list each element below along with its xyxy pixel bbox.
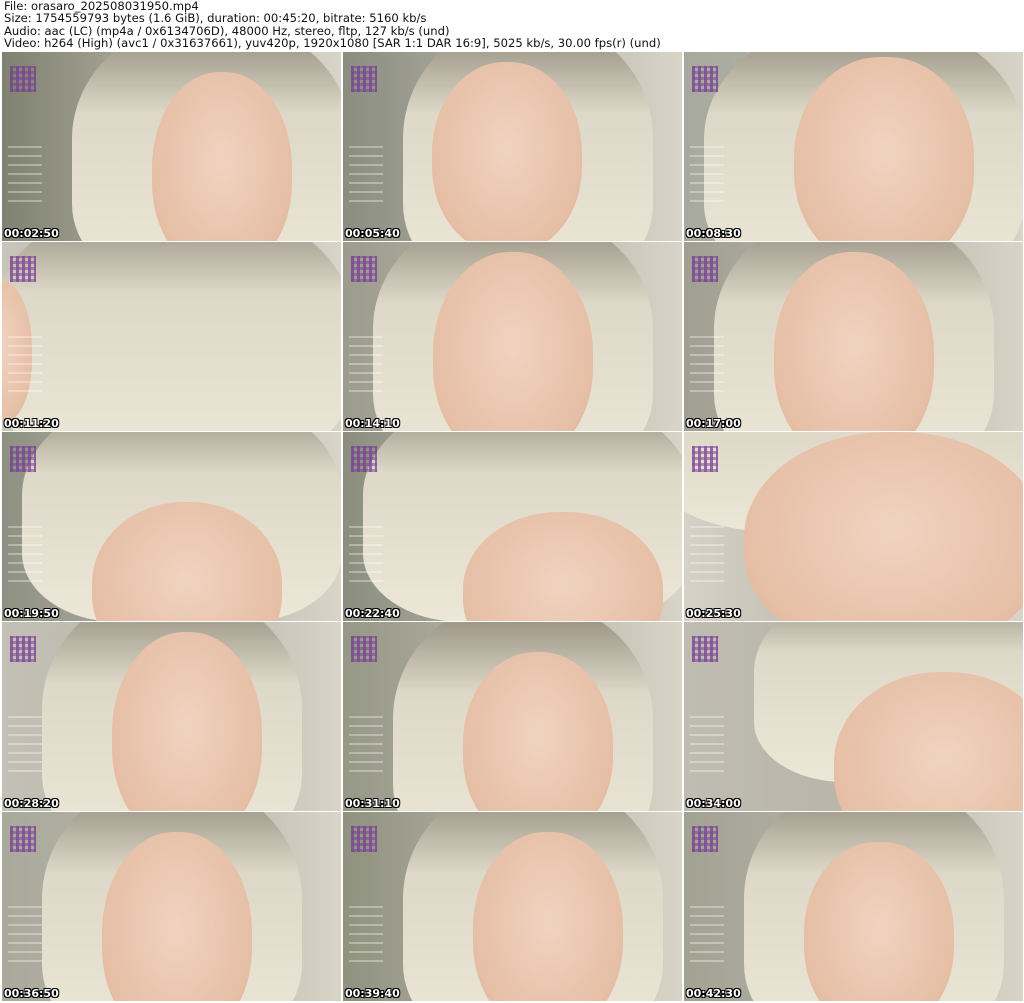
qr-code-icon bbox=[10, 66, 36, 92]
qr-code-icon bbox=[692, 256, 718, 282]
timestamp-label: 00:31:10 bbox=[345, 797, 400, 810]
face-shape bbox=[152, 72, 292, 241]
stream-overlay-panel bbox=[349, 142, 383, 202]
qr-code-icon bbox=[10, 256, 36, 282]
video-thumbnail: 00:11:20 bbox=[2, 242, 341, 431]
timestamp-label: 00:28:20 bbox=[4, 797, 59, 810]
stream-overlay-panel bbox=[690, 142, 724, 202]
stream-overlay-panel bbox=[349, 902, 383, 962]
video-thumbnail: 00:14:10 bbox=[343, 242, 682, 431]
video-info-line: Video: h264 (High) (avc1 / 0x31637661), … bbox=[4, 35, 661, 50]
qr-code-icon bbox=[692, 66, 718, 92]
thumbnail-grid: 00:02:50 00:05:40 00:08:30 00:11:20 00:14:10… bbox=[2, 52, 1023, 1003]
qr-code-icon bbox=[351, 66, 377, 92]
stream-overlay-panel bbox=[349, 522, 383, 582]
video-thumbnail: 00:36:50 bbox=[2, 812, 341, 1001]
stream-overlay-panel bbox=[690, 712, 724, 772]
stream-overlay-panel bbox=[8, 522, 42, 582]
timestamp-label: 00:19:50 bbox=[4, 607, 59, 620]
face-shape bbox=[473, 832, 623, 1001]
stream-overlay-panel bbox=[8, 712, 42, 772]
timestamp-label: 00:05:40 bbox=[345, 227, 400, 240]
video-thumbnail: 00:05:40 bbox=[343, 52, 682, 241]
timestamp-label: 00:36:50 bbox=[4, 987, 59, 1000]
qr-code-icon bbox=[351, 826, 377, 852]
video-thumbnail: 00:31:10 bbox=[343, 622, 682, 811]
qr-code-icon bbox=[351, 446, 377, 472]
qr-code-icon bbox=[692, 446, 718, 472]
qr-code-icon bbox=[692, 636, 718, 662]
video-thumbnail: 00:02:50 bbox=[2, 52, 341, 241]
stream-overlay-panel bbox=[690, 332, 724, 392]
face-shape bbox=[432, 62, 582, 241]
timestamp-label: 00:08:30 bbox=[686, 227, 741, 240]
file-info-header: File: orasaro_202508031950.mp4 Size: 175… bbox=[4, 0, 1020, 49]
hair-shape bbox=[2, 242, 341, 431]
video-thumbnail: 00:22:40 bbox=[343, 432, 682, 621]
stream-overlay-panel bbox=[8, 902, 42, 962]
video-thumbnail: 00:34:00 bbox=[684, 622, 1023, 811]
timestamp-label: 00:22:40 bbox=[345, 607, 400, 620]
qr-code-icon bbox=[10, 826, 36, 852]
face-shape bbox=[774, 252, 934, 431]
video-thumbnail: 00:42:30 bbox=[684, 812, 1023, 1001]
timestamp-label: 00:34:00 bbox=[686, 797, 741, 810]
stream-overlay-panel bbox=[8, 142, 42, 202]
video-thumbnail: 00:39:40 bbox=[343, 812, 682, 1001]
timestamp-label: 00:25:30 bbox=[686, 607, 741, 620]
qr-code-icon bbox=[692, 826, 718, 852]
qr-code-icon bbox=[351, 256, 377, 282]
face-shape bbox=[112, 632, 262, 811]
timestamp-label: 00:02:50 bbox=[4, 227, 59, 240]
qr-code-icon bbox=[10, 446, 36, 472]
timestamp-label: 00:14:10 bbox=[345, 417, 400, 430]
video-thumbnail: 00:19:50 bbox=[2, 432, 341, 621]
file-size-line: Size: 1754559793 bytes (1.6 GiB), durati… bbox=[4, 11, 427, 26]
timestamp-label: 00:42:30 bbox=[686, 987, 741, 1000]
qr-code-icon bbox=[10, 636, 36, 662]
video-thumbnail: 00:08:30 bbox=[684, 52, 1023, 241]
video-thumbnail: 00:25:30 bbox=[684, 432, 1023, 621]
stream-overlay-panel bbox=[349, 332, 383, 392]
qr-code-icon bbox=[351, 636, 377, 662]
timestamp-label: 00:17:00 bbox=[686, 417, 741, 430]
stream-overlay-panel bbox=[349, 712, 383, 772]
video-thumbnail: 00:17:00 bbox=[684, 242, 1023, 431]
stream-overlay-panel bbox=[690, 902, 724, 962]
timestamp-label: 00:11:20 bbox=[4, 417, 59, 430]
face-shape bbox=[794, 57, 974, 241]
stream-overlay-panel bbox=[8, 332, 42, 392]
video-thumbnail: 00:28:20 bbox=[2, 622, 341, 811]
stream-overlay-panel bbox=[690, 522, 724, 582]
timestamp-label: 00:39:40 bbox=[345, 987, 400, 1000]
face-shape bbox=[433, 252, 593, 431]
